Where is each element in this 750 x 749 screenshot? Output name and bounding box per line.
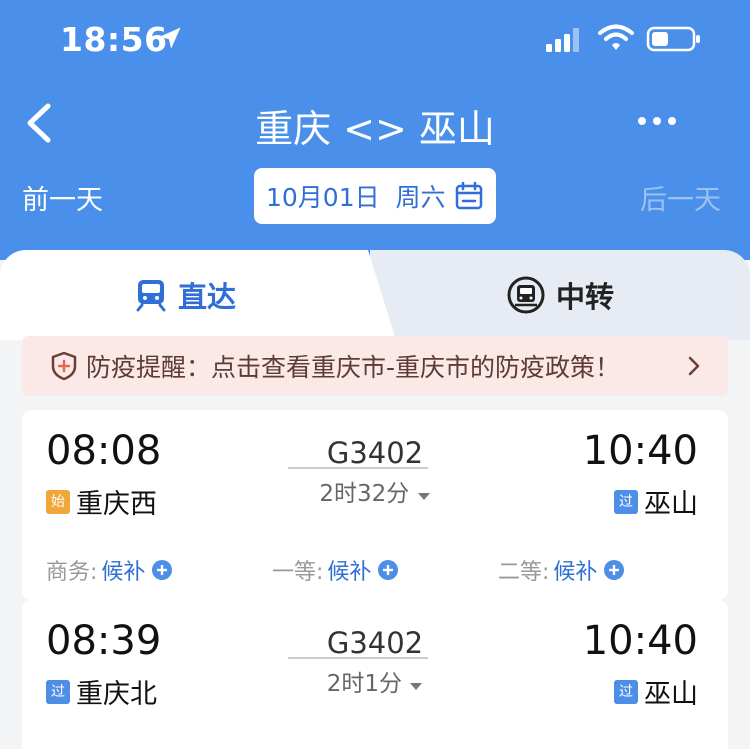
seat-first-class[interactable]: 一等: 候补: [272, 554, 399, 586]
train-icon: [136, 280, 166, 312]
pass-badge: 过: [46, 679, 70, 704]
arrival-station-name: 巫山: [644, 679, 698, 710]
add-circle-icon: [152, 560, 173, 580]
seat-status: 候补: [553, 744, 597, 749]
caret-down-icon: [417, 493, 430, 500]
tab-transfer-label: 中转: [556, 280, 615, 314]
duration-text: 2时1分: [326, 671, 402, 697]
notice-text: 防疫提醒：点击查看重庆市-重庆市的防疫政策！: [86, 353, 621, 382]
status-time: 18:56: [60, 20, 168, 59]
tab-direct[interactable]: 直达: [134, 250, 236, 340]
header: 18:56 重庆 <> 巫山 前一天 10月01日 周六 后一天: [0, 0, 750, 260]
prev-day-button[interactable]: 前一天: [22, 178, 103, 217]
departure-station: 始 重庆西: [46, 482, 157, 521]
seat-status: 候补: [101, 560, 146, 585]
seat-business[interactable]: 商务: 候补: [46, 744, 173, 749]
tab-bar: 直达 中转: [0, 250, 750, 340]
train-card[interactable]: 08:08 G3402 2时32分 10:40 始 重庆西 过 巫山 商务: 候…: [22, 410, 728, 600]
arrival-station: 过 巫山: [614, 482, 698, 521]
date-selector[interactable]: 10月01日 周六: [254, 168, 496, 224]
calendar-icon: [455, 181, 483, 210]
seat-first-class[interactable]: 一等: 候补: [272, 744, 399, 749]
train-divider: [288, 657, 428, 659]
seat-class-label: 商务:: [46, 744, 97, 749]
pass-badge: 过: [614, 489, 638, 514]
arrival-time: 10:40: [582, 618, 698, 664]
seat-class-label: 商务:: [46, 560, 98, 585]
departure-station-name: 重庆西: [76, 489, 157, 520]
seat-class-label: 二等:: [498, 744, 549, 749]
arrival-station: 过 巫山: [614, 672, 698, 711]
origin-badge: 始: [46, 489, 70, 514]
duration-text: 2时32分: [319, 481, 410, 507]
wifi-icon: [598, 24, 634, 50]
epidemic-notice-banner[interactable]: 防疫提醒：点击查看重庆市-重庆市的防疫政策！: [22, 336, 728, 396]
location-arrow-icon: [159, 27, 181, 49]
departure-station: 过 重庆北: [46, 672, 157, 711]
seat-status: 候补: [327, 560, 372, 585]
seat-status: 候补: [327, 744, 371, 749]
cellular-signal-icon: [546, 28, 579, 52]
seat-status: 候补: [553, 560, 598, 585]
seat-class-label: 一等:: [272, 744, 323, 749]
shield-plus-icon: [51, 351, 77, 381]
pass-badge: 过: [614, 679, 638, 704]
seat-business[interactable]: 商务: 候补: [46, 554, 173, 586]
chevron-right-icon: [688, 356, 700, 376]
seat-status: 候补: [101, 744, 145, 749]
train-divider: [288, 467, 428, 469]
status-bar: 18:56: [0, 0, 750, 78]
departure-station-name: 重庆北: [76, 679, 157, 710]
seat-second-class[interactable]: 二等: 候补: [498, 744, 625, 749]
tab-transfer[interactable]: 中转: [506, 250, 614, 340]
seat-class-label: 二等:: [498, 560, 550, 585]
arrival-station-name: 巫山: [644, 489, 698, 520]
add-circle-icon: [604, 560, 625, 580]
add-circle-icon: [378, 560, 399, 580]
next-day-button[interactable]: 后一天: [640, 178, 721, 217]
tab-direct-label: 直达: [178, 280, 237, 314]
train-card[interactable]: 08:39 G3402 2时1分 10:40 过 重庆北 过 巫山 商务: 候补…: [22, 600, 728, 749]
more-icon[interactable]: [632, 106, 682, 136]
arrival-time: 10:40: [582, 428, 698, 474]
battery-icon: [646, 26, 700, 52]
seat-class-label: 一等:: [272, 560, 324, 585]
transfer-bus-icon: [507, 276, 545, 314]
seat-second-class[interactable]: 二等: 候补: [498, 554, 625, 586]
caret-down-icon: [410, 683, 423, 690]
date-label: 10月01日 周六: [266, 183, 446, 212]
